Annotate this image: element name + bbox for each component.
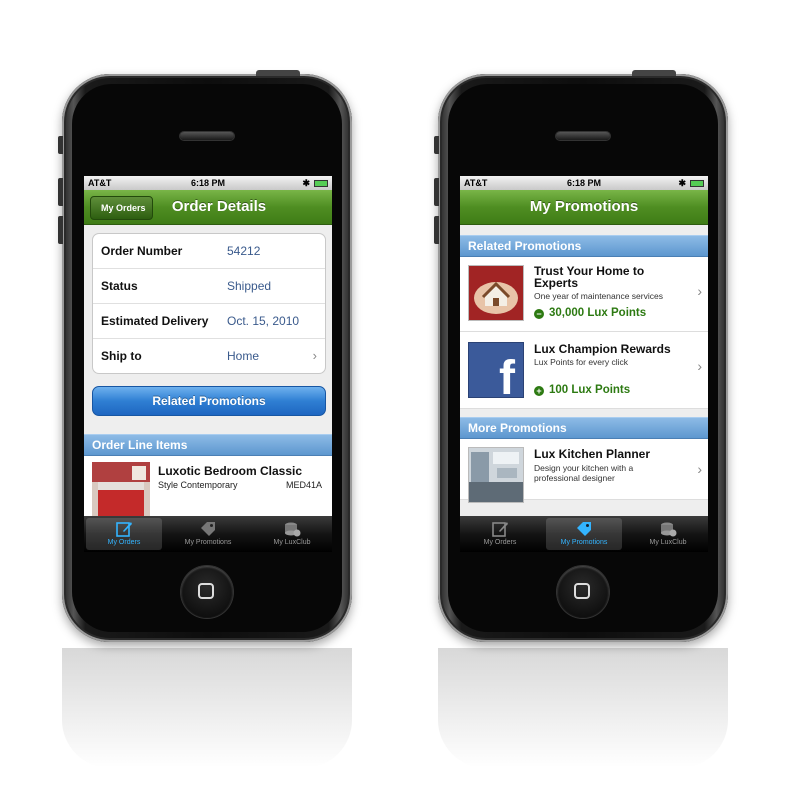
line-item-style: Style Contemporary (158, 480, 238, 490)
promotion-title: Lux Champion Rewards (534, 342, 671, 356)
row-label: Estimated Delivery (101, 314, 209, 328)
promotion-subtitle: Lux Points for every click (534, 357, 629, 367)
promotion-title: Trust Your Home to Experts (534, 264, 645, 290)
row-value: 54212 (227, 244, 261, 258)
tab-my-orders[interactable]: My Orders (462, 518, 538, 550)
promotion-points: 100 Lux Points (549, 384, 631, 396)
tab-label: My Orders (483, 539, 517, 546)
chevron-right-icon: › (697, 358, 702, 374)
section-header-order-line-items: Order Line Items (84, 434, 332, 456)
section-header-more-promotions: More Promotions (460, 417, 708, 439)
row-value: Home (227, 349, 260, 363)
bluetooth-icon: ✱ (302, 178, 310, 188)
page-title: Order Details (171, 198, 267, 215)
volume-down (58, 216, 63, 244)
volume-up (434, 178, 439, 206)
row-label: Status (101, 279, 138, 293)
row-label: Order Number (101, 244, 183, 258)
coins-stack-icon (285, 522, 301, 537)
line-item-name: Luxotic Bedroom Classic (158, 464, 303, 478)
bedroom-product-image (92, 462, 150, 516)
sleep-button (632, 70, 676, 76)
points-add-icon: + (534, 386, 544, 396)
tab-my-luxclub[interactable]: My LuxClub (254, 518, 330, 550)
chevron-right-icon: › (312, 348, 317, 363)
earpiece-speaker (180, 132, 234, 140)
home-button[interactable] (181, 566, 233, 618)
coins-stack-icon (661, 522, 677, 537)
status-bar: AT&T 6:18 PM ✱ (460, 176, 708, 190)
tab-label: My LuxClub (649, 539, 687, 546)
chevron-right-icon: › (697, 283, 702, 299)
mute-switch (58, 136, 63, 154)
edit-pencil-icon (116, 522, 132, 537)
facebook-icon: f (468, 342, 524, 403)
promotion-points: 30,000 Lux Points (549, 307, 647, 319)
bluetooth-icon: ✱ (678, 178, 686, 188)
promotion-title: Lux Kitchen Planner (534, 447, 651, 461)
page-title: My Promotions (529, 198, 639, 215)
tab-label: My LuxClub (273, 539, 311, 546)
clock: 6:18 PM (190, 178, 225, 188)
promotion-row[interactable]: Trust Your Home to Experts One year of m… (460, 257, 708, 332)
points-add-icon: − (534, 309, 544, 319)
tab-bar: My Orders My Promotions My LuxClub (84, 516, 332, 552)
tab-label: My Promotions (184, 539, 232, 546)
promotion-subtitle: Design your kitchen with a professional … (534, 463, 634, 483)
iphone-device-right: AT&T 6:18 PM ✱ My Promotions Related Pro… (434, 70, 728, 642)
tab-label: My Promotions (560, 539, 608, 546)
kitchen-image (468, 447, 524, 503)
promotion-row[interactable]: Lux Kitchen Planner Design your kitchen … (460, 439, 708, 503)
promotion-subtitle: One year of maintenance services (534, 291, 663, 301)
tab-my-promotions[interactable]: My Promotions (170, 518, 246, 550)
house-hands-icon (468, 265, 524, 321)
phone-reflection-right (438, 648, 728, 768)
promotion-row[interactable]: f Lux Champion Rewards Lux Points for ev… (460, 332, 708, 409)
earpiece-speaker (556, 132, 610, 140)
price-tag-icon (201, 522, 215, 536)
price-tag-icon (577, 522, 591, 536)
row-label: Ship to (101, 349, 142, 363)
screen-my-promotions: AT&T 6:18 PM ✱ My Promotions Related Pro… (460, 176, 708, 552)
volume-up (58, 178, 63, 206)
clock: 6:18 PM (566, 178, 601, 188)
tab-my-orders[interactable]: My Orders (86, 518, 162, 550)
tab-label: My Orders (107, 539, 141, 546)
chevron-right-icon: › (697, 461, 702, 477)
screen-order-details: AT&T 6:18 PM ✱ My Orders Order Details O… (84, 176, 332, 552)
detail-row-estimated-delivery: Estimated Delivery Oct. 15, 2010 (93, 304, 325, 339)
home-button[interactable] (557, 566, 609, 618)
order-details-group: Order Number 54212 Status Shipped Estima… (92, 233, 326, 374)
volume-down (434, 216, 439, 244)
line-item-sku: MED41A (285, 480, 322, 490)
section-header-related-promotions: Related Promotions (460, 235, 708, 257)
detail-row-order-number: Order Number 54212 (93, 234, 325, 269)
related-promotions-button[interactable]: Related Promotions (92, 386, 326, 416)
battery-icon (690, 180, 704, 187)
home-square-icon (198, 583, 214, 599)
detail-row-ship-to[interactable]: Ship to Home › (93, 339, 325, 373)
iphone-device-left: AT&T 6:18 PM ✱ My Orders Order Details O… (58, 70, 352, 642)
battery-icon (314, 180, 328, 187)
phone-reflection-left (62, 648, 352, 768)
line-item-row[interactable]: Luxotic Bedroom Classic Style Contempora… (84, 456, 332, 517)
tab-bar: My Orders My Promotions My LuxClub (460, 516, 708, 552)
navigation-bar: My Orders Order Details (84, 190, 332, 225)
mute-switch (434, 136, 439, 154)
row-value: Oct. 15, 2010 (227, 314, 300, 328)
sleep-button (256, 70, 300, 76)
detail-row-status: Status Shipped (93, 269, 325, 304)
tab-my-promotions[interactable]: My Promotions (546, 518, 622, 550)
edit-pencil-icon (492, 522, 508, 537)
status-bar: AT&T 6:18 PM ✱ (84, 176, 332, 190)
row-value: Shipped (227, 279, 272, 293)
navigation-bar: My Promotions (460, 190, 708, 225)
home-square-icon (574, 583, 590, 599)
tab-my-luxclub[interactable]: My LuxClub (630, 518, 706, 550)
